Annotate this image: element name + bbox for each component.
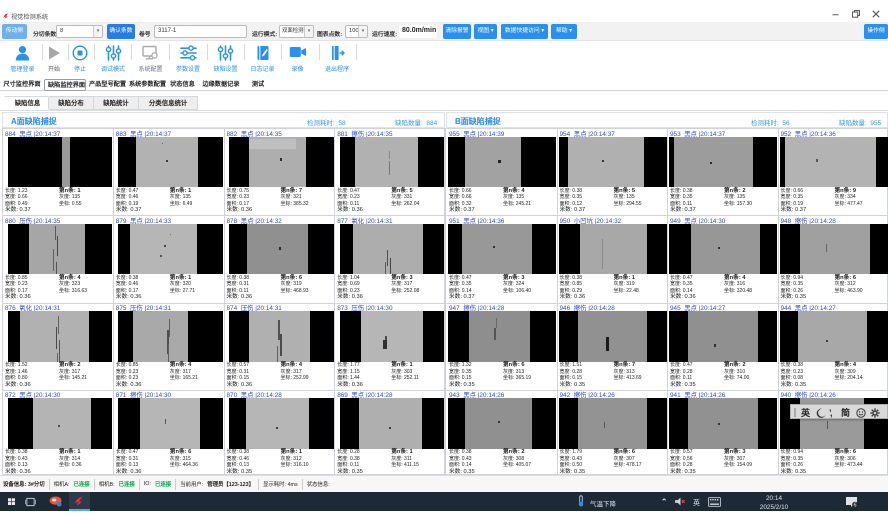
svg-text:6: 6 (853, 502, 856, 507)
